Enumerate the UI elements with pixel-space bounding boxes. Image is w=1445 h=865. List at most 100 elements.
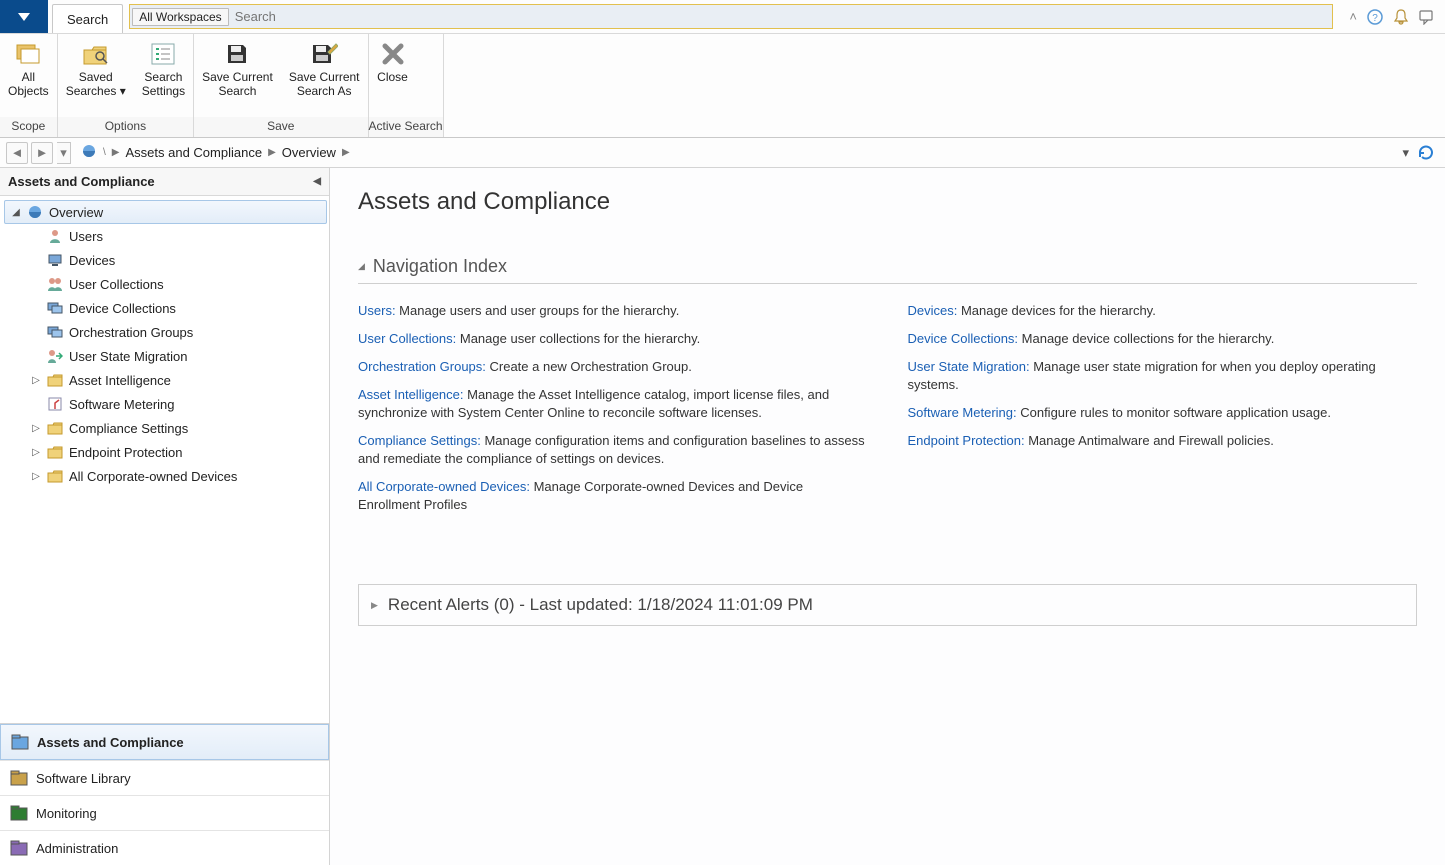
ribbon-search-settings-button[interactable]: Search Settings: [134, 34, 193, 117]
nav-index-entry: All Corporate-owned Devices: Manage Corp…: [358, 478, 868, 514]
section-caret-icon: ◢: [358, 261, 365, 272]
global-search-input[interactable]: [229, 5, 1333, 28]
feedback-icon[interactable]: [1419, 9, 1435, 25]
ribbon-save-current-search-as-button[interactable]: Save Current Search As: [281, 34, 368, 117]
nav-index-link[interactable]: Endpoint Protection:: [908, 433, 1025, 448]
navigation-index-grid: Users: Manage users and user groups for …: [358, 302, 1417, 524]
ribbon-group-options-title: Options: [58, 117, 193, 137]
nav-index-link[interactable]: All Corporate-owned Devices:: [358, 479, 530, 494]
help-icon[interactable]: ?: [1367, 9, 1383, 25]
tree-item-user-collections[interactable]: User Collections: [24, 272, 327, 296]
nav-index-link[interactable]: Software Metering:: [908, 405, 1017, 420]
workspace-administration[interactable]: Administration: [0, 830, 329, 865]
workspace-body: Assets and Compliance ◀ ◢Overview Users De…: [0, 168, 1445, 865]
tree-item-users[interactable]: Users: [24, 224, 327, 248]
tree-item-label: Users: [69, 229, 103, 244]
nav-index-link[interactable]: User State Migration:: [908, 359, 1030, 374]
meter-icon: [47, 396, 63, 412]
tree-expand-icon[interactable]: ▷: [31, 423, 41, 434]
nav-index-link[interactable]: Device Collections:: [908, 331, 1019, 346]
chevron-right-icon[interactable]: ▶: [112, 147, 120, 158]
nav-index-link[interactable]: Compliance Settings:: [358, 433, 481, 448]
ribbon-save-current-search-button[interactable]: Save Current Search: [194, 34, 281, 117]
tree-item-label: Asset Intelligence: [69, 373, 171, 388]
navigation-index-header[interactable]: ◢ Navigation Index: [358, 256, 1417, 284]
sidepane-title: Assets and Compliance: [8, 174, 155, 189]
nav-index-entry: User State Migration: Manage user state …: [908, 358, 1418, 394]
nav-index-entry: Orchestration Groups: Create a new Orche…: [358, 358, 868, 376]
tree-item-orchestration-groups[interactable]: Orchestration Groups: [24, 320, 327, 344]
search-scope-chip[interactable]: All Workspaces: [132, 8, 228, 26]
tree-item-device-collections[interactable]: Device Collections: [24, 296, 327, 320]
tree-item-software-metering[interactable]: Software Metering: [24, 392, 327, 416]
nav-index-entry: Device Collections: Manage device collec…: [908, 330, 1418, 348]
tree-item-label: User Collections: [69, 277, 164, 292]
workspace-software-library[interactable]: Software Library: [0, 760, 329, 795]
tree-expand-icon[interactable]: ▷: [31, 375, 41, 386]
ribbon-group-save: Save Current Search Save Current Search …: [194, 34, 368, 137]
nav-index-entry: Users: Manage users and user groups for …: [358, 302, 868, 320]
ribbon-all-objects-button[interactable]: All Objects: [0, 34, 57, 117]
tree-item-user-state-migration[interactable]: User State Migration: [24, 344, 327, 368]
devices-icon: [47, 300, 63, 316]
ribbon-saved-searches-button[interactable]: Saved Searches ▾: [58, 34, 134, 117]
tree-expand-icon[interactable]: ▷: [31, 447, 41, 458]
ribbon-close-button[interactable]: Close: [369, 34, 417, 117]
tree-item-label: Endpoint Protection: [69, 445, 182, 460]
breadcrumb-dropdown-button[interactable]: ▾: [1402, 145, 1409, 161]
search-settings-icon: [147, 40, 179, 68]
nav-index-link[interactable]: Users:: [358, 303, 396, 318]
user-icon: [47, 228, 63, 244]
tree-item-label: Orchestration Groups: [69, 325, 193, 340]
breadcrumb-item[interactable]: Overview: [282, 145, 336, 160]
ribbon-save-current-search-label: Save Current Search: [202, 70, 273, 98]
nav-back-button[interactable]: ◄: [6, 142, 28, 164]
ribbon-saved-searches-label: Saved Searches ▾: [66, 70, 126, 98]
workspace-icon: [11, 733, 29, 751]
tree-item-all-corporate-owned-devices[interactable]: ▷All Corporate-owned Devices: [24, 464, 327, 488]
tree-expand-icon[interactable]: ▷: [31, 471, 41, 482]
ribbon-group-active-search-title: Active Search: [369, 117, 443, 137]
tree-item-endpoint-protection[interactable]: ▷ Endpoint Protection: [24, 440, 327, 464]
sidepane-collapse-button[interactable]: ◀: [313, 176, 321, 187]
folder-icon: [47, 372, 63, 388]
globe-icon: [27, 204, 43, 220]
tree-item-compliance-settings[interactable]: ▷Compliance Settings: [24, 416, 327, 440]
title-right-controls: ˄ ?: [1339, 0, 1445, 33]
users-icon: [47, 276, 63, 292]
nav-index-entry: Endpoint Protection: Manage Antimalware …: [908, 432, 1418, 450]
workspace-assets-and-compliance[interactable]: Assets and Compliance: [0, 724, 329, 760]
nav-forward-button[interactable]: ►: [31, 142, 53, 164]
tree-item-asset-intelligence[interactable]: ▷ Asset Intelligence: [24, 368, 327, 392]
nav-index-link[interactable]: Orchestration Groups:: [358, 359, 486, 374]
workspace-monitoring[interactable]: Monitoring: [0, 795, 329, 830]
nav-history-dropdown[interactable]: ▾: [57, 142, 71, 164]
nav-index-entry: Software Metering: Configure rules to mo…: [908, 404, 1418, 422]
ribbon-save-current-search-as-label: Save Current Search As: [289, 70, 360, 98]
sidepane-header: Assets and Compliance ◀: [0, 168, 329, 196]
nav-index-desc: Manage device collections for the hierar…: [1018, 331, 1274, 346]
tab-search[interactable]: Search: [52, 4, 123, 33]
nav-index-desc: Manage users and user groups for the hie…: [396, 303, 680, 318]
chevron-right-icon[interactable]: ▶: [268, 147, 276, 158]
ribbon-group-scope: All Objects Scope: [0, 34, 58, 137]
folder-icon: [47, 468, 63, 484]
chevron-right-icon[interactable]: ▶: [342, 147, 350, 158]
nav-index-link[interactable]: Devices:: [908, 303, 958, 318]
tree-item-overview[interactable]: ◢Overview: [4, 200, 327, 224]
recent-alerts-panel[interactable]: ▶ Recent Alerts (0) - Last updated: 1/18…: [358, 584, 1417, 626]
tree-item-devices[interactable]: Devices: [24, 248, 327, 272]
nav-index-link[interactable]: Asset Intelligence:: [358, 387, 464, 402]
tree-item-label: Software Metering: [69, 397, 175, 412]
workspace-label: Assets and Compliance: [37, 735, 184, 750]
app-menu-button[interactable]: [0, 0, 48, 33]
nav-index-entry: User Collections: Manage user collection…: [358, 330, 868, 348]
chevron-up-icon[interactable]: ˄: [1349, 9, 1357, 24]
nav-index-link[interactable]: User Collections:: [358, 331, 456, 346]
breadcrumb-item[interactable]: Assets and Compliance: [125, 145, 262, 160]
refresh-icon[interactable]: [1417, 144, 1435, 162]
tree-collapse-icon[interactable]: ◢: [11, 207, 21, 218]
breadcrumb-root-icon[interactable]: [81, 143, 97, 162]
bell-icon[interactable]: [1393, 9, 1409, 25]
folder-icon: [47, 444, 63, 460]
